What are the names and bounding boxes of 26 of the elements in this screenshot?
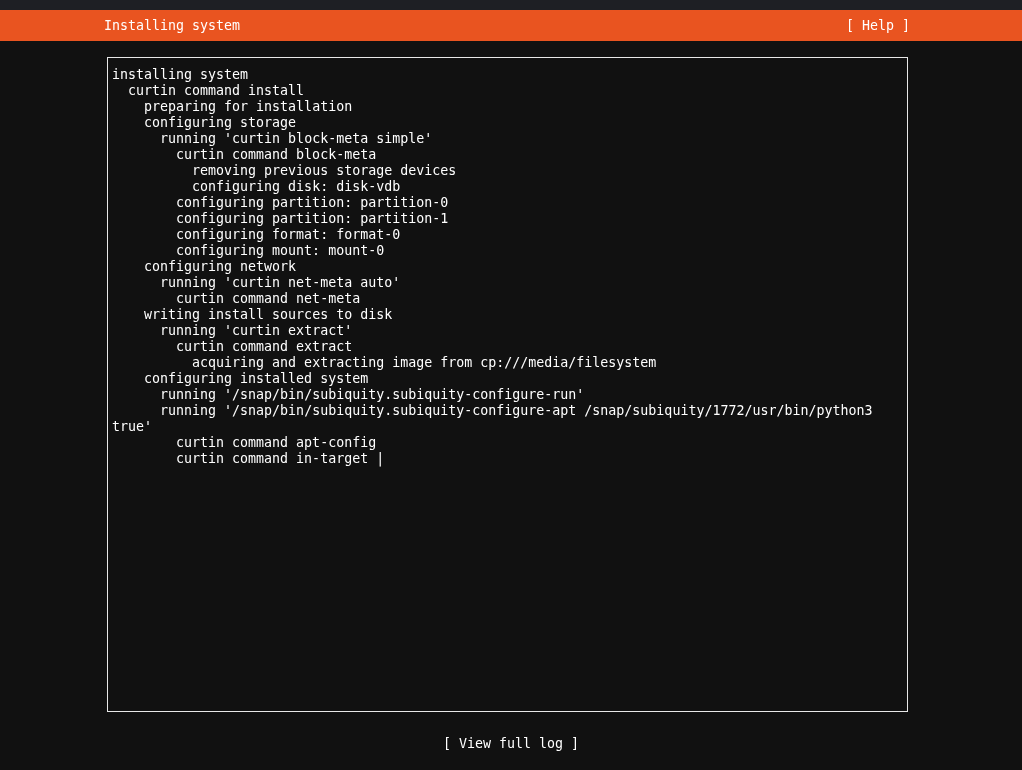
log-line: configuring format: format-0	[175, 227, 402, 243]
log-line: curtin command apt-config	[175, 435, 378, 451]
log-line: curtin command block-meta	[175, 147, 378, 163]
log-line: configuring storage	[143, 115, 298, 131]
log-line: configuring mount: mount-0	[175, 243, 386, 259]
screen-title: Installing system	[104, 18, 241, 33]
log-line: configuring network	[143, 259, 298, 275]
log-line: curtin command net-meta	[175, 291, 362, 307]
log-line: curtin command in-target |	[175, 451, 386, 467]
log-line: running '/snap/bin/subiquity.subiquity-configure-run'	[159, 387, 586, 403]
log-line: removing previous storage devices	[191, 163, 458, 179]
log-line: installing system	[112, 67, 250, 83]
log-line: configuring partition: partition-0	[175, 195, 450, 211]
log-line: preparing for installation	[143, 99, 354, 115]
log-line: curtin command extract	[175, 339, 354, 355]
view-full-log-button[interactable]: [ View full log ]	[442, 736, 580, 751]
log-line: configuring partition: partition-1	[175, 211, 450, 227]
log-line: running 'curtin block-meta simple'	[159, 131, 434, 147]
log-line: curtin command install	[127, 83, 306, 99]
log-line: running 'curtin net-meta auto'	[159, 275, 402, 291]
log-line: configuring installed system	[143, 371, 370, 387]
log-line: acquiring and extracting image from cp:///media/filesystem	[191, 355, 658, 371]
log-line: writing install sources to disk	[143, 307, 394, 323]
log-line: running 'curtin extract'	[159, 323, 354, 339]
help-button[interactable]: [ Help ]	[845, 18, 910, 33]
log-line: configuring disk: disk-vdb	[191, 179, 402, 195]
